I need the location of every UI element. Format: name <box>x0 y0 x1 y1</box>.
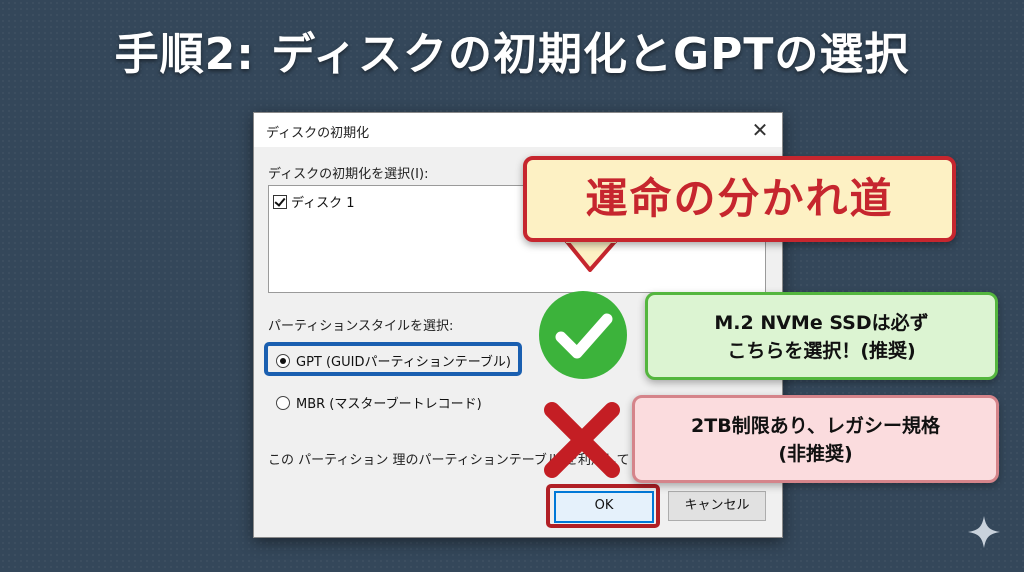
checkmark-icon <box>539 291 627 379</box>
partition-style-label: パーティションスタイルを選択: <box>268 319 454 334</box>
bubble-tail <box>562 238 620 272</box>
gpt-recommend-callout: M.2 NVMe SSDは必ず こちらを選択！(推奨) <box>645 292 998 380</box>
dialog-title: ディスクの初期化 <box>266 126 370 141</box>
select-disk-label: ディスクの初期化を選択(I): <box>268 167 429 182</box>
close-icon[interactable]: ✕ <box>746 117 774 143</box>
gpt-radio-option[interactable]: GPT (GUIDパーティションテーブル) <box>276 351 511 371</box>
mbr-radio[interactable] <box>276 396 290 410</box>
gpt-callout-line2: こちらを選択！(推奨) <box>727 340 916 362</box>
mbr-callout-line2: (非推奨) <box>778 443 853 465</box>
gpt-callout-line1: M.2 NVMe SSDは必ず <box>714 312 929 334</box>
sparkle-icon <box>968 516 1000 548</box>
disk-checkbox[interactable] <box>273 195 287 209</box>
mbr-callout-line1: 2TB制限あり、レガシー規格 <box>691 415 940 437</box>
cancel-button[interactable]: キャンセル <box>668 491 766 521</box>
slide-title: 手順2: ディスクの初期化とGPTの選択 <box>114 29 910 80</box>
crossroads-bubble: 運命の分かれ道 <box>523 156 956 242</box>
gpt-radio[interactable] <box>276 354 290 368</box>
mbr-radio-option[interactable]: MBR (マスターブートレコード) <box>276 393 482 413</box>
gpt-option-label: GPT (GUIDパーティションテーブル) <box>296 355 512 370</box>
bubble-text: 運命の分かれ道 <box>585 174 894 223</box>
cross-icon <box>544 402 620 478</box>
mbr-warning-callout: 2TB制限あり、レガシー規格 (非推奨) <box>632 395 999 483</box>
disk-label: ディスク 1 <box>291 196 355 211</box>
dialog-titlebar: ディスクの初期化 ✕ <box>254 113 782 147</box>
disk-list-item[interactable]: ディスク 1 <box>273 192 355 212</box>
mbr-option-label: MBR (マスターブートレコード) <box>296 397 482 412</box>
ok-button[interactable]: OK <box>554 491 654 523</box>
